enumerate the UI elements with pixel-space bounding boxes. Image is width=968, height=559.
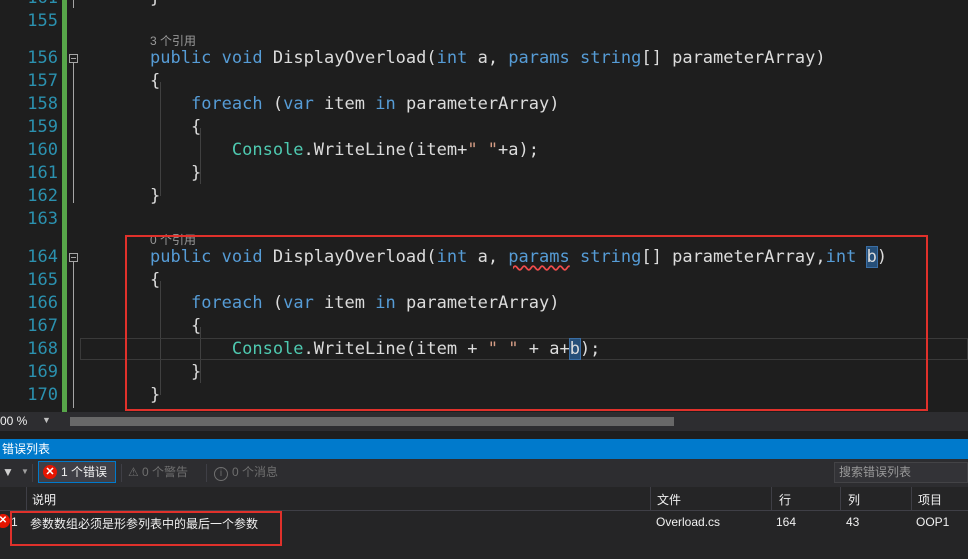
error-project: OOP1: [916, 515, 950, 529]
error-list-toolbar: ▼ ▼ ✕ 1 个错误 ⚠ 0 个警告 i0 个消息 搜索错误列表: [0, 459, 968, 487]
errors-filter-button[interactable]: ✕ 1 个错误: [38, 461, 116, 483]
filter-icon[interactable]: ▼: [2, 465, 14, 479]
line-number: 162: [27, 186, 58, 206]
column-header-project[interactable]: 项目: [918, 491, 942, 508]
code-line: }: [150, 362, 202, 382]
error-squiggle: params: [508, 247, 570, 267]
search-error-list-input[interactable]: 搜索错误列表: [834, 462, 968, 483]
code-line: foreach (var item in parameterArray): [190, 293, 560, 313]
line-number: 158: [27, 94, 58, 114]
code-line: {: [150, 117, 202, 137]
collapse-icon[interactable]: [69, 253, 78, 262]
line-number: 164: [27, 247, 58, 267]
line-number: 170: [27, 385, 58, 405]
line-number: 163: [27, 209, 58, 229]
column-header-column[interactable]: 列: [848, 491, 860, 508]
warnings-filter-button[interactable]: ⚠ 0 个警告: [128, 463, 188, 480]
code-line: {: [150, 316, 202, 336]
line-number: 155: [27, 11, 58, 31]
error-list-panel: 错误列表 ▼ ▼ ✕ 1 个错误 ⚠ 0 个警告 i0 个消息 搜索错误列表 说明…: [0, 439, 968, 559]
line-number: 156: [27, 48, 58, 68]
line-number: 166: [27, 293, 58, 313]
outlining-margin: [67, 0, 79, 412]
line-number: 169: [27, 362, 58, 382]
line-number: 157: [27, 71, 58, 91]
line-number: 159: [27, 117, 58, 137]
code-line: {: [150, 71, 161, 91]
line-number: 168: [27, 339, 58, 359]
messages-filter-button[interactable]: i0 个消息: [214, 463, 278, 481]
error-file: Overload.cs: [656, 515, 721, 529]
code-line: Console.WriteLine(item + " " + a+b);: [231, 338, 601, 360]
code-line: public void DisplayOverload(int a, param…: [150, 246, 888, 268]
error-description: 参数数组必须是形参列表中的最后一个参数: [30, 517, 259, 531]
column-header-description[interactable]: 说明: [32, 491, 56, 508]
row-index: 1: [11, 515, 18, 529]
code-line: }: [150, 0, 160, 10]
code-editor[interactable]: 161 155 156 157 158 159 160 161 162 163 …: [0, 0, 968, 412]
line-number: 165: [27, 270, 58, 290]
line-number: 167: [27, 316, 58, 336]
collapse-icon[interactable]: [69, 54, 78, 63]
column-header-line[interactable]: 行: [779, 491, 791, 508]
panel-title[interactable]: 错误列表: [0, 439, 968, 459]
code-line: public void DisplayOverload(int a, param…: [150, 48, 826, 68]
line-number: 160: [27, 140, 58, 160]
horizontal-scrollbar[interactable]: 00 % ▼: [0, 412, 968, 431]
code-line: {: [150, 270, 161, 290]
code-line: }: [150, 186, 161, 206]
code-line: }: [150, 163, 202, 183]
line-number: 161: [0, 0, 62, 10]
line-number-gutter: 161 155 156 157 158 159 160 161 162 163 …: [0, 0, 62, 412]
code-line: }: [150, 385, 161, 405]
code-line: foreach (var item in parameterArray): [190, 94, 560, 114]
chevron-down-icon[interactable]: ▼: [42, 415, 51, 425]
chevron-down-icon[interactable]: ▼: [21, 467, 29, 476]
table-row[interactable]: ✕ 1 参数数组必须是形参列表中的最后一个参数 Overload.cs 164 …: [0, 511, 968, 535]
line-number: 161: [27, 163, 58, 183]
error-icon: ✕: [0, 514, 10, 528]
column-header-file[interactable]: 文件: [657, 491, 681, 508]
error-icon: ✕: [43, 465, 57, 479]
error-line: 164: [776, 515, 797, 529]
error-column: 43: [846, 515, 860, 529]
code-line: Console.WriteLine(item+" "+a);: [231, 140, 539, 160]
info-icon: i: [214, 467, 228, 481]
warning-icon: ⚠: [128, 465, 139, 479]
zoom-level[interactable]: 00 %: [0, 414, 27, 428]
error-list-header: 说明 文件 行 列 项目: [0, 487, 968, 511]
scrollbar-thumb[interactable]: [70, 417, 674, 426]
code-area[interactable]: } 3 个引用 public void DisplayOverload(int …: [80, 0, 968, 412]
